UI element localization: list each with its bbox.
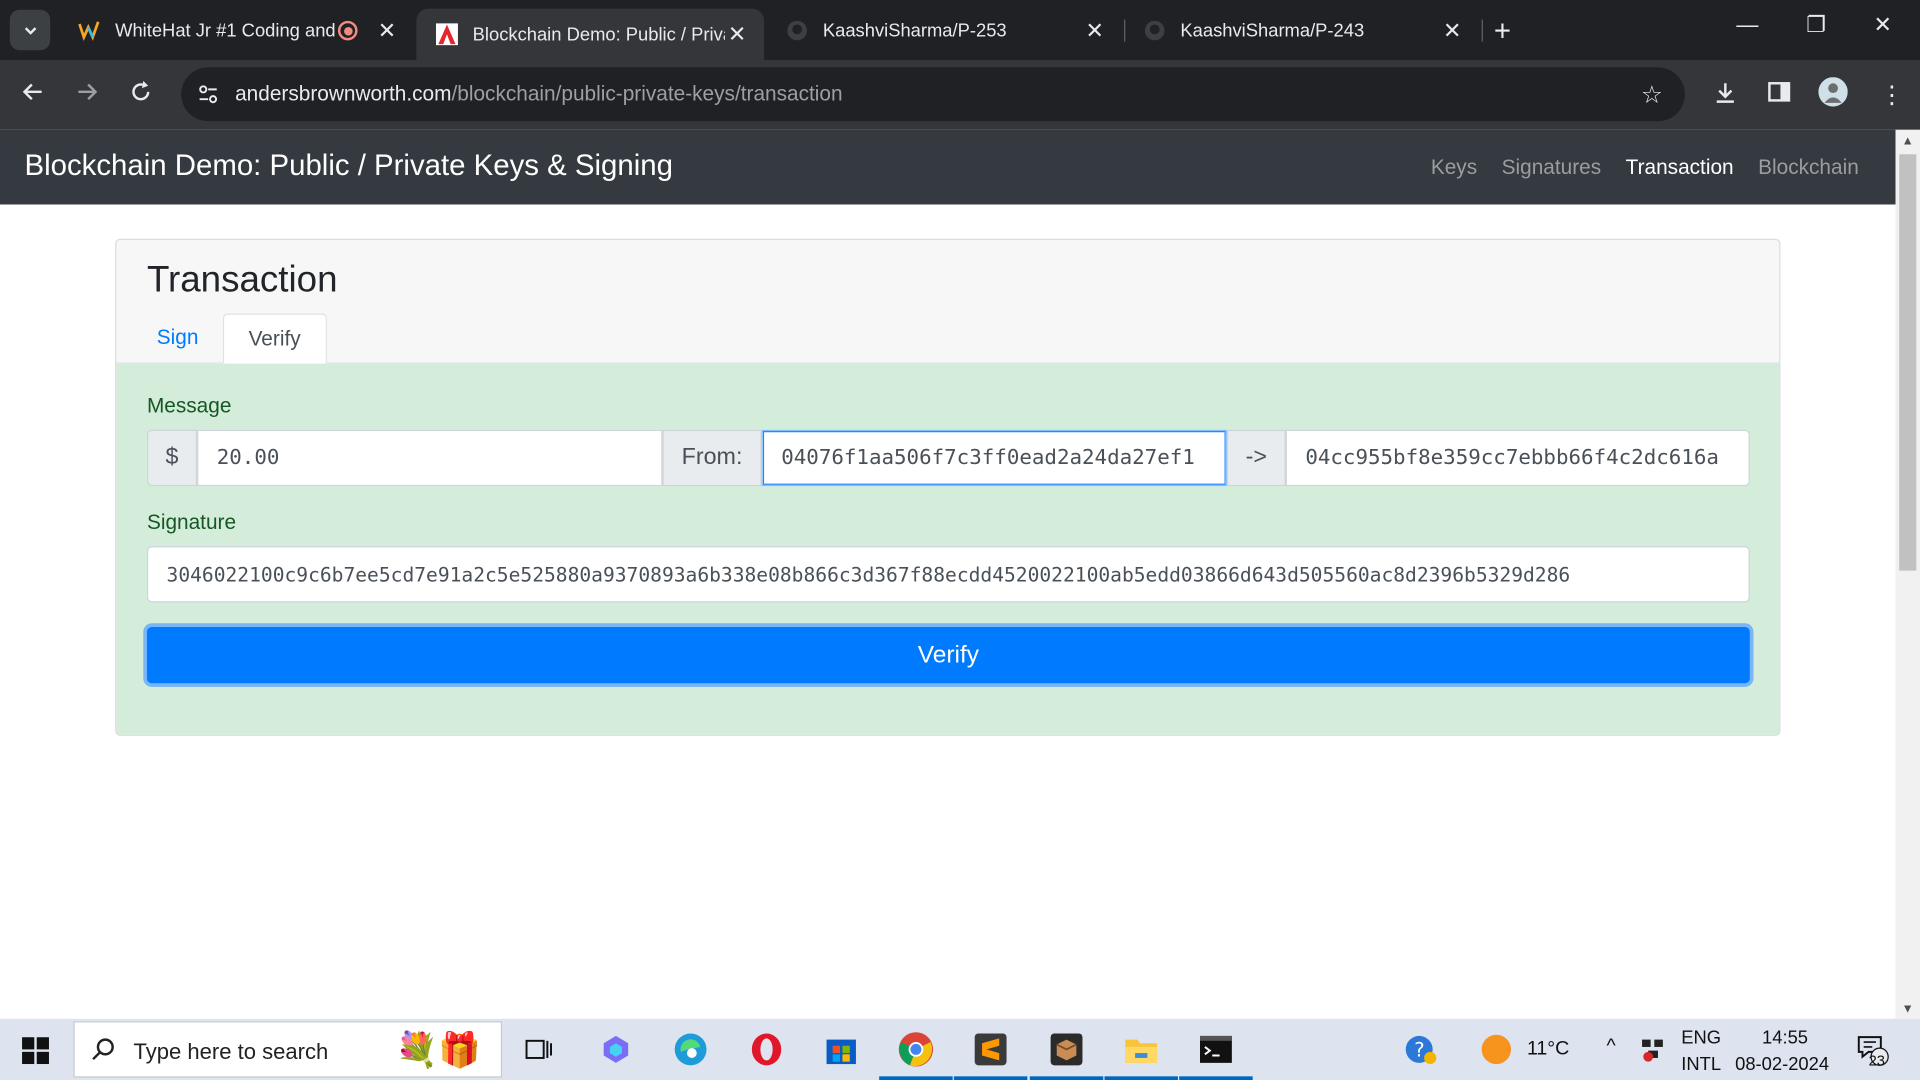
signature-label: Signature	[146, 510, 237, 534]
svg-text:?: ?	[1414, 1039, 1424, 1062]
tab-title: Blockchain Demo: Public / Priva	[472, 23, 725, 45]
arrow-addon: ->	[1226, 429, 1286, 487]
transaction-card: Transaction Sign Verify Message $ 20.00 …	[115, 238, 1781, 736]
copilot-icon[interactable]	[596, 1030, 635, 1069]
language-indicator-top[interactable]: ENG	[1681, 1027, 1721, 1048]
adobe-logo-icon	[435, 23, 458, 46]
gift-flowers-icon: 💐🎁	[395, 1031, 481, 1069]
site-settings-icon[interactable]	[196, 82, 220, 113]
download-icon[interactable]	[1712, 80, 1739, 114]
url-host: andersbrownworth.com	[235, 82, 452, 106]
language-indicator-bottom[interactable]: INTL	[1681, 1054, 1721, 1075]
taskbar-search-box[interactable]: Type here to search 💐🎁	[73, 1021, 503, 1078]
browser-toolbar: andersbrownworth.com/blockchain/public-p…	[0, 60, 1920, 130]
close-icon[interactable]: ✕	[1440, 18, 1464, 44]
scrollbar-thumb[interactable]	[1899, 154, 1917, 571]
chevron-up-icon[interactable]: ^	[1607, 1036, 1616, 1058]
windows-start-icon[interactable]	[22, 1037, 49, 1070]
tab-verify[interactable]: Verify	[222, 313, 327, 364]
search-icon	[92, 1037, 116, 1069]
github-logo-icon	[786, 20, 808, 42]
network-icon[interactable]	[1633, 1030, 1672, 1069]
address-bar[interactable]: andersbrownworth.com/blockchain/public-p…	[181, 67, 1685, 122]
chevron-down-icon	[24, 26, 36, 35]
browser-tab-p253[interactable]: KaashviSharma/P-253 ✕	[767, 9, 1122, 53]
reload-icon[interactable]	[129, 80, 153, 112]
currency-addon: $	[146, 429, 198, 487]
site-navbar: Blockchain Demo: Public / Private Keys &…	[0, 129, 1896, 205]
box-app-icon[interactable]	[1029, 1030, 1104, 1080]
nav-link-transaction[interactable]: Transaction	[1626, 156, 1734, 180]
minimize-icon[interactable]: —	[1736, 12, 1758, 38]
tab-title: KaashviSharma/P-243	[1180, 20, 1365, 42]
close-icon[interactable]: ✕	[1082, 18, 1106, 44]
weather-sun-icon[interactable]	[1477, 1030, 1516, 1069]
clock-date[interactable]: 08-02-2024	[1735, 1054, 1829, 1075]
window-close-icon[interactable]: ✕	[1873, 12, 1891, 38]
tab-separator	[1481, 19, 1483, 42]
help-icon[interactable]: ?	[1402, 1030, 1441, 1069]
task-view-icon[interactable]	[519, 1030, 558, 1069]
clock-time[interactable]: 14:55	[1762, 1027, 1808, 1048]
nav-link-keys[interactable]: Keys	[1431, 156, 1477, 180]
site-brand[interactable]: Blockchain Demo: Public / Private Keys &…	[24, 149, 672, 183]
opera-browser-icon[interactable]	[747, 1030, 786, 1069]
from-addon: From:	[662, 429, 762, 487]
browser-tab-p243[interactable]: KaashviSharma/P-243 ✕	[1124, 9, 1479, 53]
close-icon[interactable]: ✕	[725, 21, 749, 47]
card-title: Transaction	[146, 259, 338, 301]
search-placeholder: Type here to search	[133, 1039, 329, 1065]
nav-link-blockchain[interactable]: Blockchain	[1758, 156, 1859, 180]
tab-title: KaashviSharma/P-253	[822, 20, 1007, 42]
microsoft-store-icon[interactable]	[822, 1030, 861, 1069]
chrome-browser-icon[interactable]	[879, 1030, 953, 1080]
whitehat-logo-icon	[78, 20, 100, 42]
nav-link-signatures[interactable]: Signatures	[1502, 156, 1602, 180]
weather-temperature[interactable]: 11°C	[1527, 1038, 1569, 1060]
browser-tab-whitehat[interactable]: WhiteHat Jr #1 Coding and ✕	[59, 9, 414, 53]
more-menu-icon[interactable]: ⋮	[1880, 80, 1904, 111]
notification-count: 23	[1868, 1051, 1885, 1069]
verify-panel: Message $ 20.00 From: 04076f1aa506f7c3ff…	[116, 363, 1780, 735]
back-arrow-icon[interactable]	[21, 80, 45, 112]
tab-title: WhiteHat Jr #1 Coding and	[115, 20, 336, 42]
nav-links: Keys Signatures Transaction Blockchain	[1431, 156, 1859, 180]
github-logo-icon	[1144, 20, 1166, 42]
file-explorer-icon[interactable]	[1104, 1030, 1178, 1080]
message-input-group: $ 20.00 From: 04076f1aa506f7c3ff0ead2a24…	[146, 429, 1750, 487]
scroll-down-arrow-icon[interactable]: ▼	[1902, 1003, 1914, 1016]
windows-taskbar: Type here to search 💐🎁 ? 11°C ^ ENG INTL…	[0, 1018, 1920, 1080]
card-tabs: Sign Verify	[116, 313, 1780, 364]
signature-input[interactable]: 3046022100c9c6b7ee5cd7e91a2c5e525880a937…	[146, 546, 1750, 603]
forward-arrow-icon[interactable]	[75, 80, 99, 112]
sublime-text-icon[interactable]	[953, 1030, 1028, 1080]
browser-tab-blockchain[interactable]: Blockchain Demo: Public / Priva ✕	[416, 8, 765, 61]
profile-avatar-icon[interactable]	[1818, 77, 1848, 114]
url-path: /blockchain/public-private-keys/transact…	[451, 82, 843, 106]
terminal-icon[interactable]	[1179, 1030, 1253, 1080]
tab-search-button[interactable]	[9, 9, 51, 51]
side-panel-icon[interactable]	[1767, 80, 1791, 112]
recording-icon	[337, 20, 358, 41]
close-icon[interactable]: ✕	[375, 18, 399, 44]
bookmark-star-icon[interactable]: ☆	[1641, 80, 1663, 111]
verify-button[interactable]: Verify	[146, 626, 1750, 684]
browser-tab-strip: WhiteHat Jr #1 Coding and ✕ Blockchain D…	[0, 0, 1920, 61]
new-tab-plus-icon[interactable]: +	[1494, 15, 1511, 49]
amount-input[interactable]: 20.00	[197, 429, 663, 487]
to-address-input[interactable]: 04cc955bf8e359cc7ebbb66f4c2dc616a	[1285, 429, 1750, 487]
scroll-up-arrow-icon[interactable]: ▲	[1902, 135, 1914, 148]
tab-sign[interactable]: Sign	[132, 313, 223, 363]
url-text: andersbrownworth.com/blockchain/public-p…	[235, 82, 842, 106]
restore-icon[interactable]: ❐	[1806, 12, 1826, 38]
page-scrollbar[interactable]: ▲ ▼	[1895, 129, 1920, 1019]
from-address-input[interactable]: 04076f1aa506f7c3ff0ead2a24da27ef1	[761, 429, 1227, 487]
edge-browser-icon[interactable]	[671, 1030, 710, 1069]
message-label: Message	[146, 394, 232, 418]
